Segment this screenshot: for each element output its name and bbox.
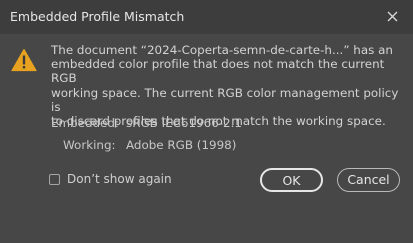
dont-show-again-checkbox[interactable] — [49, 174, 60, 185]
message-line: The document “2024-Coperta-semn-de-carte… — [51, 43, 393, 57]
close-icon[interactable] — [383, 7, 403, 27]
dont-show-again-label[interactable]: Don’t show again — [67, 172, 172, 186]
title-bar: Embedded Profile Mismatch — [0, 0, 413, 34]
working-value: Adobe RGB (1998) — [126, 138, 237, 152]
window-title: Embedded Profile Mismatch — [10, 9, 185, 24]
embedded-profile-mismatch-dialog: Embedded Profile Mismatch The document “… — [0, 0, 413, 243]
working-label: Working: — [63, 138, 116, 152]
ok-button[interactable]: OK — [260, 168, 323, 192]
embedded-label: Embedded: — [51, 116, 119, 130]
cancel-button[interactable]: Cancel — [337, 168, 400, 192]
message-line: embedded color profile that does not mat… — [51, 57, 385, 86]
warning-icon — [11, 48, 37, 72]
message-line: working space. The current RGB color man… — [51, 85, 399, 114]
embedded-value: sRGB IEC61966-2.1 — [126, 116, 242, 130]
